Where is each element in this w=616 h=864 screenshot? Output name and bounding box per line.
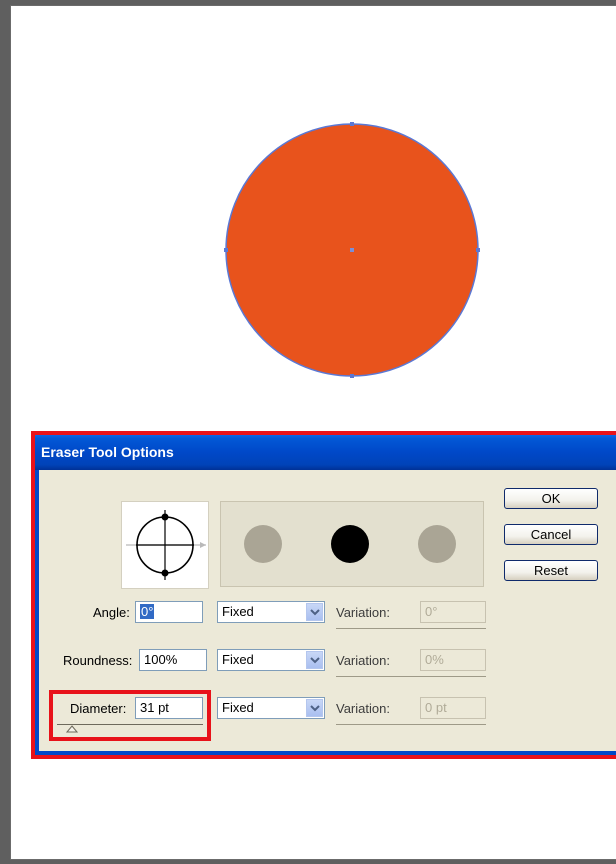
angle-variation-slider-track xyxy=(336,628,486,629)
diameter-variation-input: 0 pt xyxy=(420,697,486,719)
diameter-variation-slider-track xyxy=(336,724,486,725)
dialog-border-left xyxy=(35,470,39,755)
center-point xyxy=(350,248,354,252)
anchor-point-top[interactable] xyxy=(350,122,354,126)
diameter-mode-value: Fixed xyxy=(222,700,254,715)
roundness-variation-input: 0% xyxy=(420,649,486,671)
cancel-button[interactable]: Cancel xyxy=(504,524,598,545)
brush-angle-roundness-icon xyxy=(126,510,206,580)
angle-variation-label: Variation: xyxy=(336,605,390,620)
anchor-point-right[interactable] xyxy=(476,248,480,252)
angle-label: Angle: xyxy=(93,605,130,620)
angle-mode-value: Fixed xyxy=(222,604,254,619)
reset-button[interactable]: Reset xyxy=(504,560,598,581)
diameter-highlight-frame xyxy=(49,690,211,741)
diameter-mode-select[interactable]: Fixed xyxy=(217,697,325,719)
roundness-mode-value: Fixed xyxy=(222,652,254,667)
chevron-down-icon[interactable] xyxy=(306,651,323,669)
roundness-input[interactable]: 100% xyxy=(139,649,207,671)
dialog-titlebar[interactable]: Eraser Tool Options xyxy=(35,435,616,470)
dialog-title: Eraser Tool Options xyxy=(41,444,174,460)
anchor-point-bottom[interactable] xyxy=(350,374,354,378)
dialog-border-bottom xyxy=(35,751,616,755)
angle-input-value: 0° xyxy=(140,604,155,619)
roundness-label: Roundness: xyxy=(63,653,133,668)
angle-variation-input: 0° xyxy=(420,601,486,623)
brush-tip-preview xyxy=(220,501,484,587)
brush-dots-preview xyxy=(244,525,456,563)
chevron-down-icon[interactable] xyxy=(306,603,323,621)
roundness-variation-label: Variation: xyxy=(336,653,390,668)
diameter-variation-label: Variation: xyxy=(336,701,390,716)
angle-input[interactable]: 0° xyxy=(135,601,203,623)
anchor-point-left[interactable] xyxy=(224,248,228,252)
roundness-mode-select[interactable]: Fixed xyxy=(217,649,325,671)
chevron-down-icon[interactable] xyxy=(306,699,323,717)
angle-mode-select[interactable]: Fixed xyxy=(217,601,325,623)
ok-button[interactable]: OK xyxy=(504,488,598,509)
roundness-variation-slider-track xyxy=(336,676,486,677)
brush-shape-preview[interactable] xyxy=(121,501,209,589)
